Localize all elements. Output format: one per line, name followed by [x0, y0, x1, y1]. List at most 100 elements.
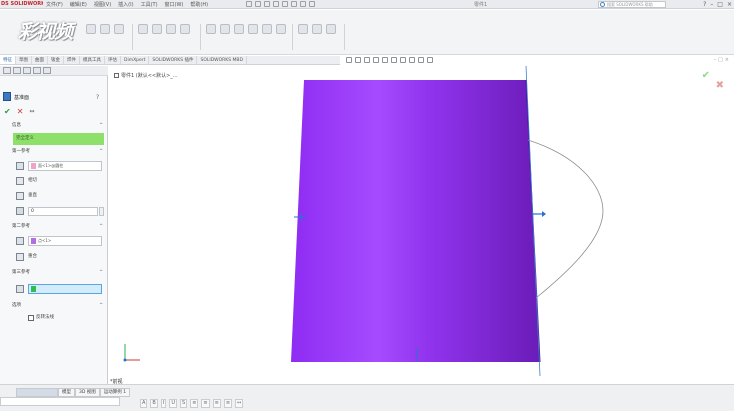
property-manager-tab-icon[interactable] — [13, 67, 21, 74]
justify-button[interactable]: ≡ — [223, 399, 233, 408]
second-reference-selection[interactable]: 点<1> — [16, 236, 104, 246]
third-reference-selection[interactable] — [16, 284, 104, 294]
align-left-button[interactable]: ≡ — [190, 399, 199, 408]
solidworks-logo[interactable]: DS SOLIDWORKS — [1, 1, 43, 8]
tab-surfaces[interactable]: 曲面 — [32, 56, 48, 64]
menu-window[interactable]: 窗口(W) — [165, 1, 184, 8]
underline-button[interactable]: U — [169, 399, 178, 408]
tab-dimxpert[interactable]: DimXpert — [121, 56, 150, 64]
strikethrough-button[interactable]: S — [180, 399, 188, 408]
scene-icon[interactable] — [418, 57, 424, 63]
third-reference-box-active[interactable] — [28, 284, 102, 294]
option-coincident[interactable]: 重合 — [16, 252, 37, 262]
tab-evaluate[interactable]: 评估 — [105, 56, 121, 64]
count-field[interactable]: 0 — [28, 207, 98, 216]
point-marker-right[interactable] — [532, 211, 546, 217]
pin-icon[interactable]: ↔ — [29, 108, 34, 116]
section-options-header[interactable]: 选项 ^ — [12, 302, 104, 310]
confirmation-ok-icon[interactable]: ✔ — [702, 70, 710, 81]
rebuild-icon[interactable] — [300, 1, 306, 7]
extrude-cut-icon[interactable] — [138, 24, 148, 34]
view-settings-icon[interactable] — [427, 57, 433, 63]
option-perpendicular[interactable]: 垂直 — [16, 191, 37, 201]
previous-view-icon[interactable] — [364, 57, 370, 63]
linear-pattern-icon[interactable] — [220, 24, 230, 34]
cancel-button[interactable]: ✕ — [17, 108, 24, 116]
tab-model[interactable]: 模型 — [58, 388, 75, 397]
second-reference-box[interactable]: 点<1> — [28, 236, 102, 246]
help-icon[interactable]: ? — [96, 94, 99, 101]
tab-scroll-strip[interactable] — [16, 388, 58, 397]
select-icon[interactable] — [291, 1, 297, 7]
tab-3d-views[interactable]: 3D 视图 — [75, 388, 100, 397]
zoom-to-fit-icon[interactable] — [346, 57, 352, 63]
tab-features[interactable]: 特征 — [0, 56, 16, 64]
first-reference-count-stepper[interactable]: 0 — [16, 206, 104, 216]
flip-normal-checkbox-row[interactable]: 反转法线 — [28, 314, 54, 322]
rib-icon[interactable] — [234, 24, 244, 34]
sweep-cut-icon[interactable] — [180, 24, 190, 34]
section-third-reference-header[interactable]: 第三参考 ^ — [12, 269, 104, 277]
dimxpert-manager-tab-icon[interactable] — [33, 67, 41, 74]
menu-help[interactable]: 帮助(H) — [190, 1, 208, 8]
help-search-input[interactable]: 搜索 SOLIDWORKS 帮助 — [598, 1, 666, 8]
appearance-icon[interactable] — [409, 57, 415, 63]
section-message-header[interactable]: 信息 ^ — [12, 122, 104, 130]
ok-button[interactable]: ✔ — [4, 108, 11, 116]
first-reference-box[interactable]: 面<1>@圆柱 — [28, 161, 102, 171]
curves-icon[interactable] — [312, 24, 322, 34]
font-icon[interactable]: A — [140, 399, 148, 408]
minimize-button[interactable]: – — [710, 1, 713, 8]
flip-normal-checkbox[interactable] — [28, 315, 34, 321]
save-icon[interactable] — [264, 1, 270, 7]
menu-file[interactable]: 文件(F) — [46, 1, 63, 8]
hole-wizard-icon[interactable] — [152, 24, 162, 34]
menu-view[interactable]: 视图(V) — [94, 1, 111, 8]
sweep-boss-icon[interactable] — [114, 24, 124, 34]
reference-geometry-icon[interactable] — [298, 24, 308, 34]
section-second-reference-header[interactable]: 第二参考 ^ — [12, 223, 104, 231]
feature-tree-root[interactable]: 零件1 (默认<<默认>_... — [114, 72, 178, 79]
shell-icon[interactable] — [262, 24, 272, 34]
first-reference-selection[interactable]: 面<1>@圆柱 — [16, 161, 104, 171]
italic-button[interactable]: I — [160, 399, 167, 408]
revolve-cut-icon[interactable] — [166, 24, 176, 34]
wrap-icon[interactable] — [276, 24, 286, 34]
graphics-area[interactable]: 零件1 (默认<<默认>_... ✔ ✖ *前视 — [108, 66, 734, 385]
menu-insert[interactable]: 插入(I) — [118, 1, 133, 8]
cone-solid-face[interactable] — [291, 80, 540, 362]
model-view[interactable] — [108, 66, 734, 384]
view-orientation-icon[interactable] — [382, 57, 388, 63]
section-view-icon[interactable] — [373, 57, 379, 63]
print-icon[interactable] — [273, 1, 279, 7]
hide-show-icon[interactable] — [400, 57, 406, 63]
instant3d-icon[interactable] — [326, 24, 336, 34]
options-icon[interactable] — [309, 1, 315, 7]
revolve-boss-icon[interactable] — [100, 24, 110, 34]
new-icon[interactable] — [246, 1, 252, 7]
tab-sketch[interactable]: 草图 — [16, 56, 32, 64]
display-style-icon[interactable] — [391, 57, 397, 63]
feature-manager-tab-icon[interactable] — [3, 67, 11, 74]
tab-motion-study[interactable]: 运动算例 1 — [99, 388, 131, 397]
menu-edit[interactable]: 编辑(E) — [70, 1, 87, 8]
tab-mold-tools[interactable]: 模具工具 — [80, 56, 105, 64]
tab-addins[interactable]: SOLIDWORKS 插件 — [149, 56, 198, 64]
viewport-window-controls[interactable]: –□× — [714, 57, 731, 63]
section-first-reference-header[interactable]: 第一参考 ^ — [12, 148, 104, 156]
tab-mbd[interactable]: SOLIDWORKS MBD — [197, 56, 247, 64]
display-manager-tab-icon[interactable] — [43, 67, 51, 74]
align-right-button[interactable]: ≡ — [212, 399, 221, 408]
sketch-arc[interactable] — [527, 139, 604, 299]
extrude-boss-icon[interactable] — [86, 24, 96, 34]
confirmation-cancel-icon[interactable]: ✖ — [716, 80, 724, 91]
zoom-area-icon[interactable] — [355, 57, 361, 63]
maximize-button[interactable]: □ — [717, 1, 723, 8]
stepper-arrows[interactable] — [99, 207, 104, 216]
bold-button[interactable]: B — [150, 399, 158, 408]
menu-tools[interactable]: 工具(T) — [141, 1, 158, 8]
help-button[interactable]: ? — [703, 1, 706, 8]
spacing-button[interactable]: ↔ — [235, 399, 244, 408]
open-icon[interactable] — [255, 1, 261, 7]
configuration-manager-tab-icon[interactable] — [23, 67, 31, 74]
